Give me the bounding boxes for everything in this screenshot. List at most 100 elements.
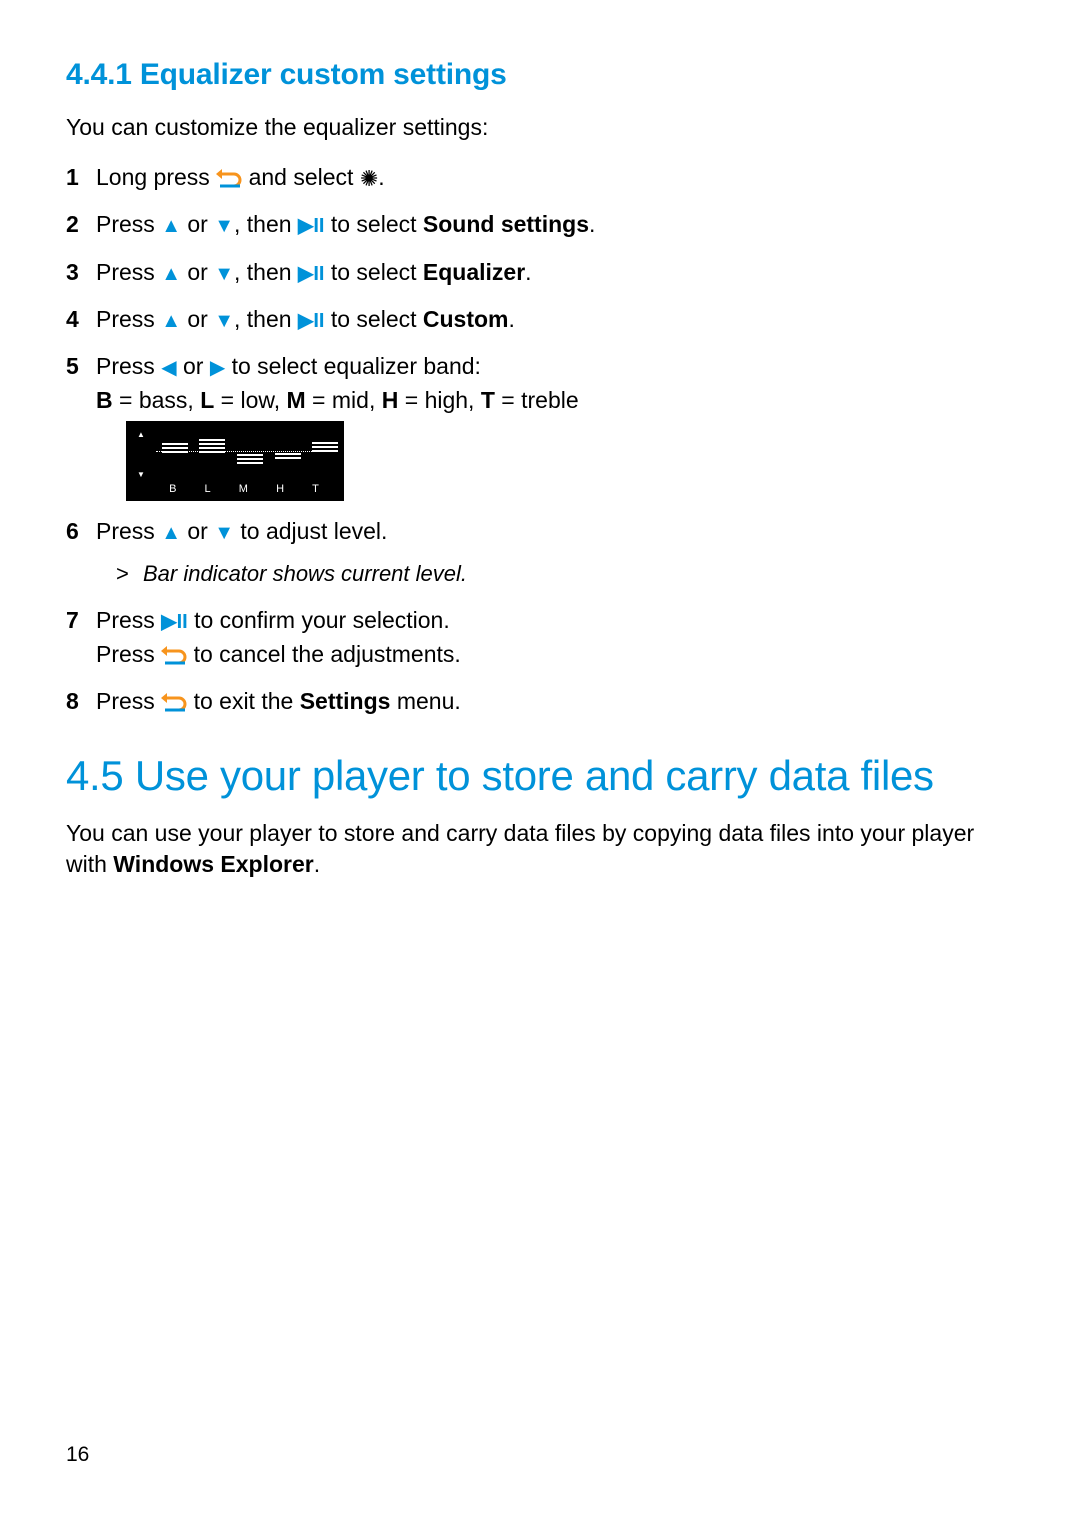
eq-band-m	[231, 429, 269, 481]
step-text: menu.	[390, 688, 460, 714]
step-note: Bar indicator shows current level.	[116, 558, 1020, 590]
legend-key: L	[200, 387, 214, 413]
step-bold: Custom	[423, 306, 509, 332]
body-text: .	[314, 851, 320, 877]
eq-band-t	[306, 429, 344, 481]
legend-key: T	[481, 387, 495, 413]
step-number: 3	[66, 256, 79, 289]
eq-label: L	[205, 482, 213, 498]
gear-icon: ✺	[360, 168, 378, 190]
step-text: , then	[234, 211, 298, 237]
body-bold: Windows Explorer	[113, 851, 313, 877]
eq-midline	[156, 451, 334, 452]
heading-441: 4.4.1 Equalizer custom settings	[66, 58, 1020, 92]
step-text: and select	[249, 164, 360, 190]
step-number: 5	[66, 350, 79, 383]
step-bold: Settings	[300, 688, 391, 714]
step-number: 2	[66, 208, 79, 241]
step-text: to cancel the adjustments.	[194, 641, 461, 667]
intro-text: You can customize the equalizer settings…	[66, 112, 1020, 143]
section-45-body: You can use your player to store and car…	[66, 818, 1020, 880]
step-number: 7	[66, 604, 79, 637]
back-icon	[216, 166, 242, 188]
step-text: .	[525, 259, 531, 285]
step-6: 6 Press ▲ or ▼ to adjust level. Bar indi…	[66, 515, 1020, 590]
step-text: .	[509, 306, 515, 332]
play-pause-icon: ▶II	[298, 216, 325, 236]
steps-list: 1 Long press and select ✺. 2 Press ▲ or …	[66, 161, 1020, 718]
step-text: or	[187, 306, 214, 332]
step-text: to select equalizer band:	[232, 353, 481, 379]
legend-val: = bass,	[113, 387, 201, 413]
step-text: .	[378, 164, 384, 190]
step-text: Press	[96, 353, 161, 379]
step-7: 7 Press ▶II to confirm your selection. P…	[66, 604, 1020, 671]
eq-label: H	[276, 482, 286, 498]
step-number: 6	[66, 515, 79, 548]
step-number: 4	[66, 303, 79, 336]
step-1: 1 Long press and select ✺.	[66, 161, 1020, 194]
up-arrow-icon: ▲	[161, 523, 181, 543]
legend-val: = mid,	[306, 387, 382, 413]
down-arrow-icon: ▼	[214, 311, 234, 331]
step-2: 2 Press ▲ or ▼, then ▶II to select Sound…	[66, 208, 1020, 241]
left-arrow-icon: ◀	[161, 358, 176, 378]
eq-label: B	[169, 482, 178, 498]
eq-label: T	[312, 482, 321, 498]
step-text: , then	[234, 259, 298, 285]
step-3: 3 Press ▲ or ▼, then ▶II to select Equal…	[66, 256, 1020, 289]
step-text: or	[187, 259, 214, 285]
step-text: to select	[331, 306, 423, 332]
step-text: Press	[96, 688, 161, 714]
eq-band-h	[269, 429, 307, 481]
eq-band-b	[156, 429, 194, 481]
legend-val: = treble	[495, 387, 579, 413]
down-arrow-icon: ▼	[214, 216, 234, 236]
back-icon	[161, 643, 187, 665]
play-pause-icon: ▶II	[161, 612, 188, 632]
heading-45: 4.5 Use your player to store and carry d…	[66, 752, 1020, 800]
step-number: 8	[66, 685, 79, 718]
legend-key: M	[287, 387, 306, 413]
step-8: 8 Press to exit the Settings menu.	[66, 685, 1020, 718]
page-number: 16	[66, 1443, 89, 1467]
legend-val: = low,	[214, 387, 286, 413]
legend-key: B	[96, 387, 113, 413]
step-text: or	[187, 211, 214, 237]
step-bold: Sound settings	[423, 211, 589, 237]
eq-band-l	[194, 429, 232, 481]
step-4: 4 Press ▲ or ▼, then ▶II to select Custo…	[66, 303, 1020, 336]
equalizer-display: ▲ ▼	[126, 421, 344, 501]
back-icon	[161, 690, 187, 712]
eq-side-arrows: ▲ ▼	[126, 429, 156, 481]
legend-key: H	[382, 387, 399, 413]
step-text: Press	[96, 518, 161, 544]
step-text: Press	[96, 259, 161, 285]
right-arrow-icon: ▶	[210, 358, 225, 378]
down-arrow-icon: ▼	[214, 523, 234, 543]
step-text: or	[183, 353, 210, 379]
step-number: 1	[66, 161, 79, 194]
document-page: 4.4.1 Equalizer custom settings You can …	[0, 0, 1080, 1527]
down-arrow-icon: ▼	[137, 471, 145, 479]
step-bold: Equalizer	[423, 259, 525, 285]
step-text: to confirm your selection.	[194, 607, 450, 633]
eq-label: M	[239, 482, 250, 498]
step-text: .	[589, 211, 595, 237]
play-pause-icon: ▶II	[298, 264, 325, 284]
play-pause-icon: ▶II	[298, 311, 325, 331]
down-arrow-icon: ▼	[214, 264, 234, 284]
step-text: Press	[96, 306, 161, 332]
step-5: 5 Press ◀ or ▶ to select equalizer band:…	[66, 350, 1020, 501]
step-text: to select	[331, 259, 423, 285]
up-arrow-icon: ▲	[137, 431, 145, 439]
up-arrow-icon: ▲	[161, 311, 181, 331]
step-text: or	[187, 518, 214, 544]
step-text: Press	[96, 607, 161, 633]
step-text: Press	[96, 641, 161, 667]
step-text: Long press	[96, 164, 216, 190]
step-text: to select	[331, 211, 423, 237]
up-arrow-icon: ▲	[161, 264, 181, 284]
step-text: , then	[234, 306, 298, 332]
up-arrow-icon: ▲	[161, 216, 181, 236]
